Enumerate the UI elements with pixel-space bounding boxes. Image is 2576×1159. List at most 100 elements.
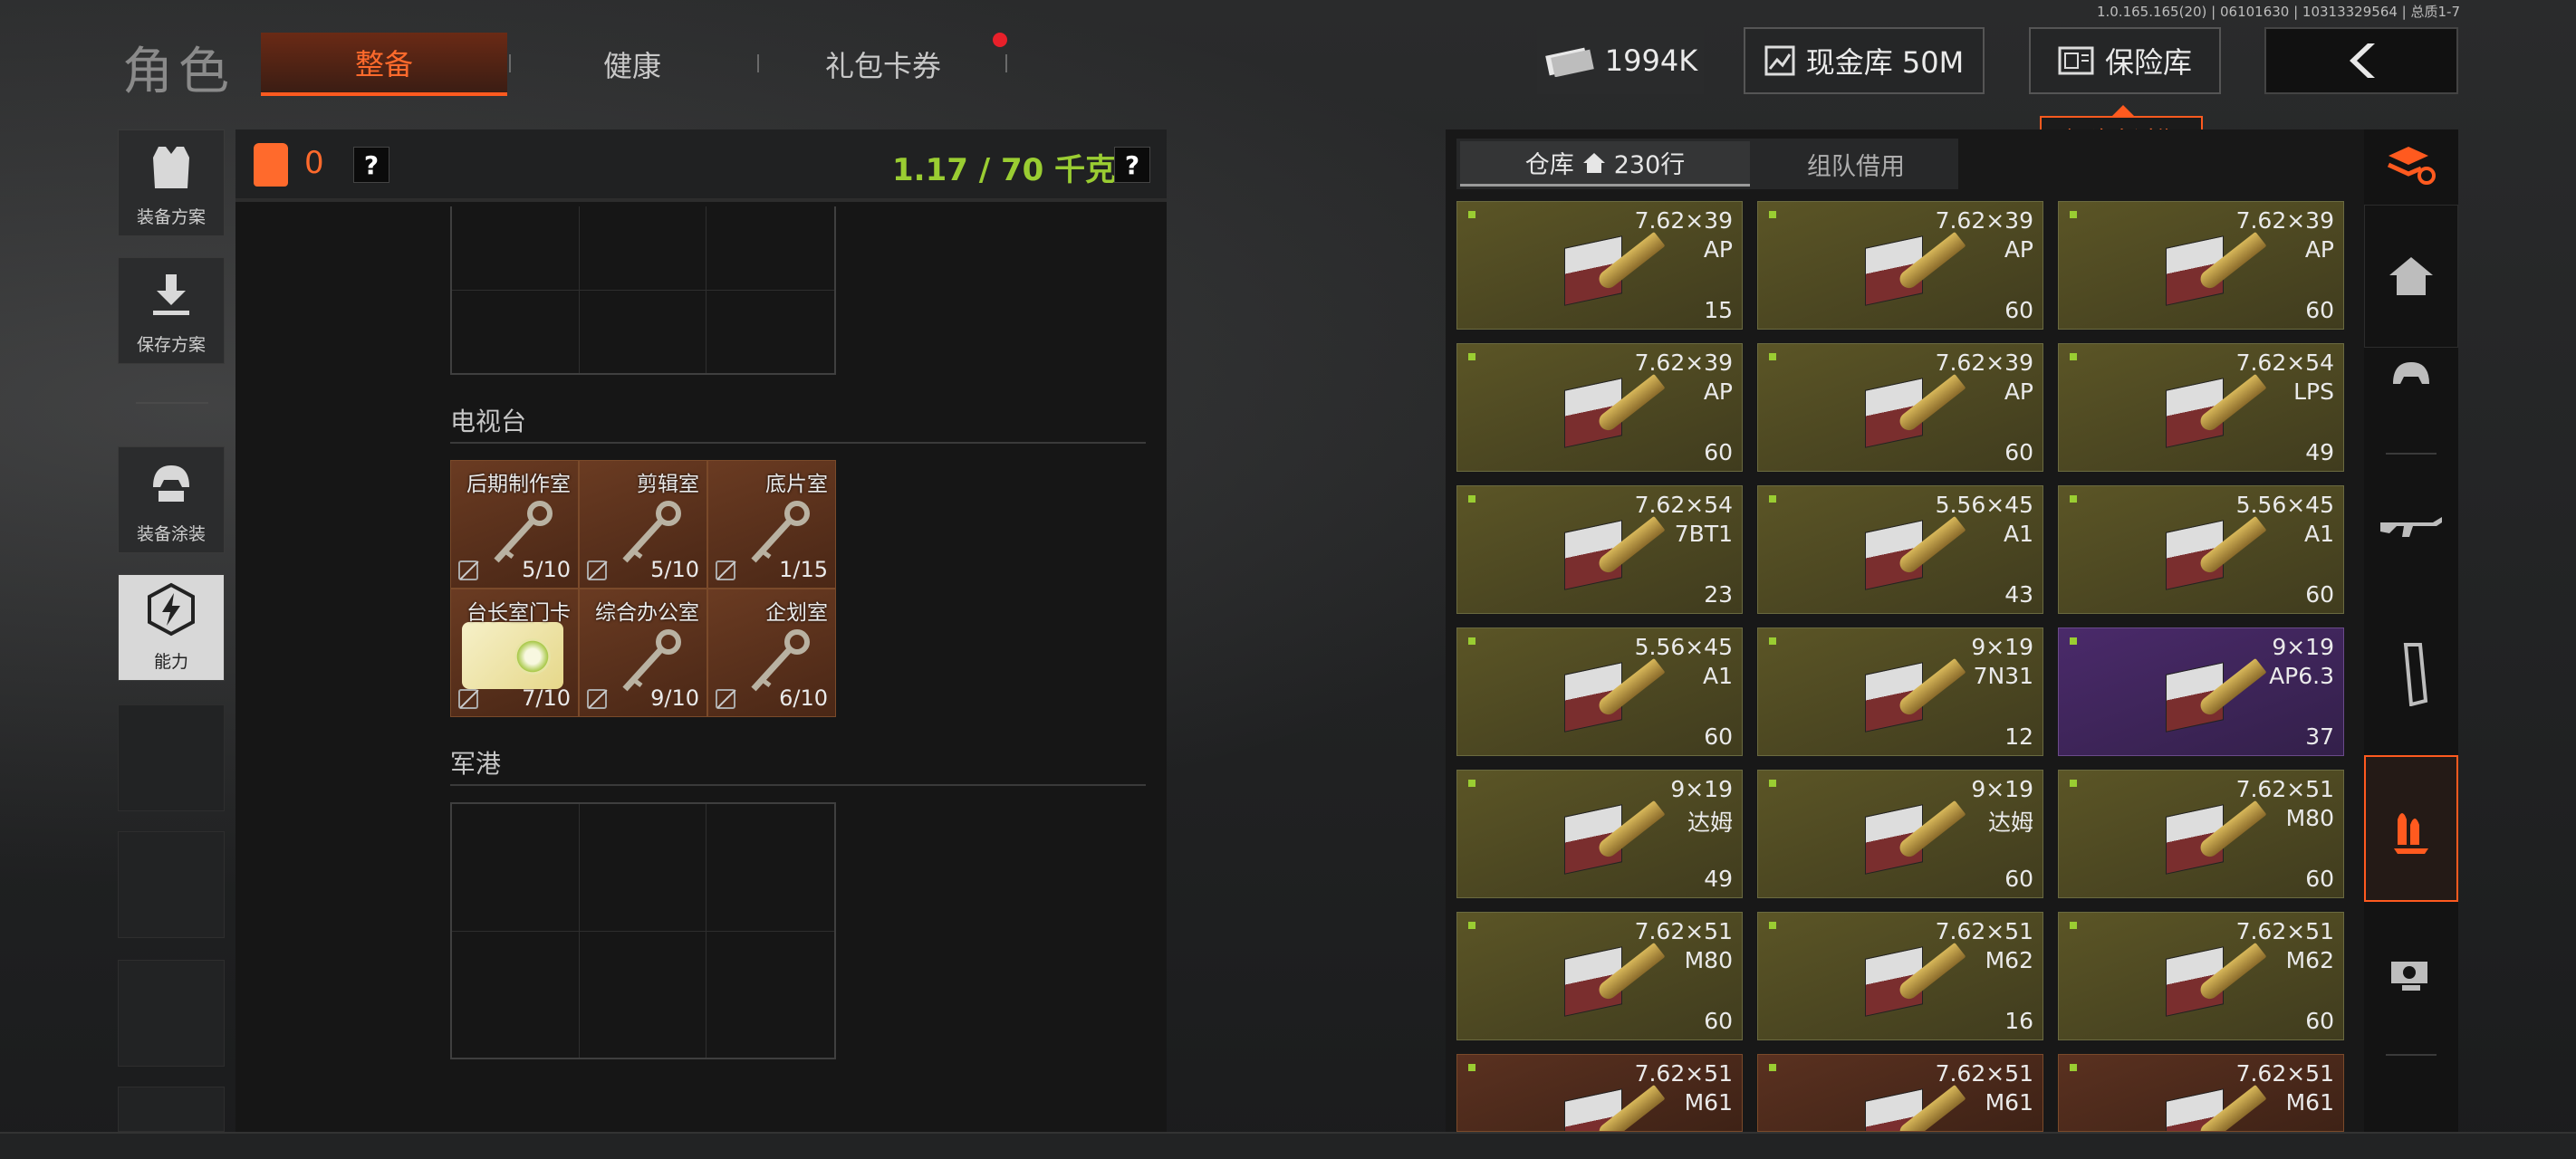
item-type: M61 — [2285, 1089, 2334, 1116]
tab-gift-coupons[interactable]: 礼包卡券 — [761, 33, 1005, 96]
item-quantity: 60 — [2305, 297, 2334, 323]
vault-label: 保险库 — [2104, 45, 2192, 80]
home-icon — [1582, 152, 1605, 173]
storage-item[interactable]: 7.62×51 M61 — [1456, 1054, 1743, 1132]
storage-item[interactable]: 9×19 7N31 12 — [1757, 627, 2043, 756]
storage-item[interactable]: 7.62×54 7BT1 23 — [1456, 485, 1743, 614]
menu-equipment-skin[interactable]: 装备涂装 — [118, 446, 225, 553]
menu-save-plan[interactable]: 保存方案 — [118, 257, 225, 364]
category-divider — [2386, 1054, 2437, 1056]
item-caliber: 7.62×51 — [2235, 1060, 2334, 1087]
lightning-icon — [144, 582, 198, 643]
category-ammo[interactable] — [2364, 755, 2458, 902]
category-scope[interactable] — [2364, 905, 2458, 1041]
new-marker — [1468, 637, 1475, 645]
key-name: 后期制作室 — [466, 473, 571, 496]
item-caliber: 7.62×39 — [1935, 350, 2033, 376]
menu-ability[interactable]: 能力 — [118, 574, 225, 681]
storage-item[interactable]: 9×19 达姆 60 — [1757, 770, 2043, 898]
item-caliber: 7.62×51 — [1634, 918, 1733, 944]
item-quantity: 60 — [1704, 1008, 1733, 1034]
storage-item[interactable]: 5.56×45 A1 60 — [2058, 485, 2344, 614]
item-caliber: 7.62×51 — [1935, 1060, 2033, 1087]
help-button[interactable]: ? — [353, 147, 389, 183]
storage-item[interactable]: 7.62×51 M61 — [1757, 1054, 2043, 1132]
item-type: M61 — [1684, 1089, 1733, 1116]
cash-vault-label: 现金库 50M — [1805, 45, 1965, 80]
key-item[interactable]: 剪辑室 5/10 — [579, 460, 707, 589]
item-caliber: 5.56×45 — [1935, 492, 2033, 518]
storage-item[interactable]: 7.62×39 AP 60 — [1757, 343, 2043, 472]
tab-separator — [1005, 54, 1007, 72]
item-type: M80 — [1684, 947, 1733, 973]
tab-team-borrow[interactable]: 组队借用 — [1757, 141, 1955, 187]
cash-vault-button[interactable]: 现金库 50M — [1744, 27, 1985, 94]
menu-slot-empty — [118, 1087, 225, 1132]
storage-item[interactable]: 7.62×39 AP 15 — [1456, 201, 1743, 330]
item-type: AP — [2304, 236, 2334, 263]
category-weapon[interactable] — [2364, 462, 2458, 598]
key-item[interactable]: 底片室 1/15 — [707, 460, 836, 589]
item-caliber: 7.62×51 — [1935, 918, 2033, 944]
storage-item[interactable]: 7.62×54 LPS 49 — [2058, 343, 2344, 472]
new-marker — [1769, 211, 1776, 218]
storage-item[interactable]: 7.62×39 AP 60 — [1757, 201, 2043, 330]
storage-item[interactable]: 7.62×51 M62 16 — [1757, 912, 2043, 1040]
storage-item[interactable]: 5.56×45 A1 60 — [1456, 627, 1743, 756]
tab-equip[interactable]: 整备 — [261, 33, 507, 96]
storage-item[interactable]: 7.62×39 AP 60 — [2058, 201, 2344, 330]
key-item[interactable]: 企划室 6/10 — [707, 589, 836, 717]
item-caliber: 7.62×39 — [2235, 207, 2334, 234]
key-count: 9/10 — [650, 685, 699, 711]
storage-item[interactable]: 7.62×51 M62 60 — [2058, 912, 2344, 1040]
version-text: 1.0.165.165(20) | 06101630 | 10313329564… — [2096, 4, 2460, 20]
tab-storage-label: 仓库 — [1524, 151, 1574, 179]
item-caliber: 7.62×51 — [2235, 776, 2334, 802]
storage-item[interactable]: 7.62×51 M80 60 — [1456, 912, 1743, 1040]
new-marker — [2070, 922, 2077, 929]
money-display: 1994K — [1537, 27, 1704, 94]
no-insure-icon — [716, 689, 735, 709]
item-caliber: 7.62×54 — [2235, 350, 2334, 376]
vault-button[interactable]: 保险库 — [2029, 27, 2221, 94]
stack-refresh-icon — [2387, 147, 2436, 185]
no-insure-icon — [458, 689, 478, 709]
item-quantity: 12 — [2004, 723, 2033, 750]
menu-slot-empty — [118, 960, 225, 1067]
vest-icon — [254, 143, 288, 187]
helmet-icon — [146, 460, 197, 515]
item-caliber: 5.56×45 — [2235, 492, 2334, 518]
back-button[interactable] — [2264, 27, 2458, 94]
tab-health[interactable]: 健康 — [514, 33, 750, 96]
weight-help-button[interactable]: ? — [1114, 147, 1150, 183]
new-marker — [1769, 1064, 1776, 1071]
item-caliber: 9×19 — [2272, 634, 2334, 660]
storage-item[interactable]: 7.62×51 M61 — [2058, 1054, 2344, 1132]
storage-item[interactable]: 7.62×39 AP 60 — [1456, 343, 1743, 472]
key-item[interactable]: 综合办公室 9/10 — [579, 589, 707, 717]
tab-separator — [509, 54, 511, 72]
item-quantity: 15 — [1704, 297, 1733, 323]
item-type: A1 — [2003, 521, 2033, 547]
storage-item[interactable]: 7.62×51 M80 60 — [2058, 770, 2344, 898]
new-marker — [1468, 211, 1475, 218]
keycard-icon — [462, 622, 563, 689]
storage-item[interactable]: 5.56×45 A1 43 — [1757, 485, 2043, 614]
tab-storage-rows: 230行 — [1613, 151, 1686, 179]
storage-item[interactable]: 9×19 达姆 49 — [1456, 770, 1743, 898]
key-item[interactable]: 台长室门卡 7/10 — [450, 589, 579, 717]
storage-item[interactable]: 9×19 AP6.3 37 — [2058, 627, 2344, 756]
category-magazine[interactable] — [2364, 607, 2458, 742]
item-type: M61 — [1985, 1089, 2033, 1116]
new-marker — [1769, 922, 1776, 929]
vest-count: 0 — [304, 145, 324, 181]
menu-loadout-plan[interactable]: 装备方案 — [118, 129, 225, 236]
key-item[interactable]: 后期制作室 5/10 — [450, 460, 579, 589]
new-marker — [2070, 353, 2077, 360]
item-quantity: 43 — [2004, 581, 2033, 608]
key-grid-empty — [450, 802, 836, 1059]
item-type: 达姆 — [1987, 809, 2033, 836]
tab-storage[interactable]: 仓库 230行 — [1460, 141, 1750, 187]
key-name: 企划室 — [765, 601, 828, 625]
category-helmet[interactable] — [2364, 311, 2458, 447]
